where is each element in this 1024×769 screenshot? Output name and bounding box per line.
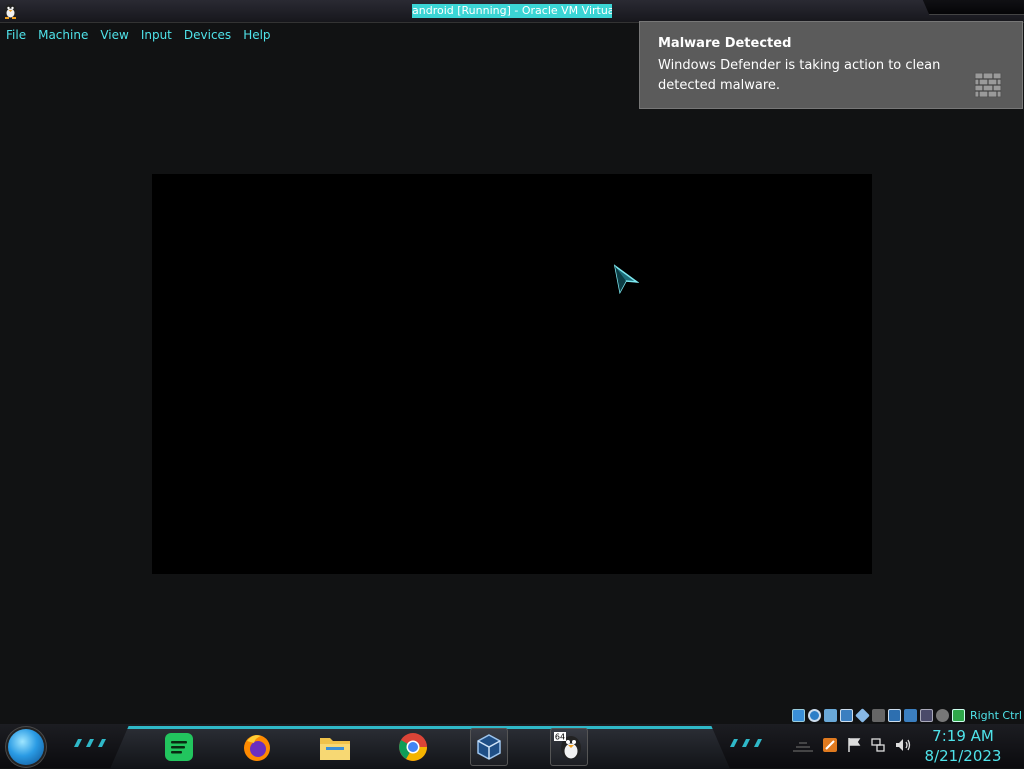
network-tray-icon[interactable] (870, 737, 886, 753)
notification-body: Windows Defender is taking action to cle… (658, 58, 941, 93)
window-controls-area[interactable] (922, 0, 1024, 15)
action-center-flag-icon[interactable] (846, 737, 862, 753)
system-tray (792, 734, 912, 756)
hard-disk-icon[interactable] (791, 708, 805, 722)
audio-icon[interactable] (823, 708, 837, 722)
malware-notification[interactable]: Malware Detected Windows Defender is tak… (639, 21, 1023, 109)
file-explorer-icon (320, 738, 350, 760)
firefox-app-button[interactable] (238, 728, 276, 766)
brick-wall-icon (974, 72, 1002, 98)
virtualization-icon[interactable] (919, 708, 933, 722)
decorative-chevrons-icon (74, 739, 106, 747)
clock-date: 8/21/2023 (924, 747, 1002, 765)
recording-icon[interactable] (903, 708, 917, 722)
optical-drive-icon[interactable] (807, 708, 821, 722)
chrome-icon (399, 733, 427, 761)
menu-bar: File Machine View Input Devices Help (0, 24, 277, 46)
file-explorer-app-button[interactable] (316, 728, 354, 766)
usb-icon[interactable] (855, 707, 870, 723)
host-key-label: Right Ctrl (969, 708, 1022, 722)
menu-help[interactable]: Help (237, 24, 276, 46)
mouse-cursor-icon (613, 264, 640, 295)
vbox-status-bar: Right Ctrl (791, 706, 1022, 724)
notification-title: Malware Detected (658, 36, 792, 51)
spotify-app-button[interactable] (160, 728, 198, 766)
menu-input[interactable]: Input (135, 24, 178, 46)
network-icon[interactable] (839, 708, 853, 722)
window-title: android [Running] - Oracle VM VirtualBox (412, 4, 612, 18)
start-button[interactable] (8, 729, 44, 765)
virtualbox-app-button[interactable] (470, 728, 508, 766)
vm-display[interactable] (152, 174, 872, 574)
spotify-icon (165, 733, 193, 761)
chrome-app-button[interactable] (394, 728, 432, 766)
virtualbox-vm-icon[interactable] (2, 2, 19, 19)
display-icon[interactable] (887, 708, 901, 722)
virtualbox-vm-icon: 64 (554, 732, 581, 760)
firefox-icon (244, 735, 270, 761)
taskbar: 64 7:19 AM 8/21/2023 (0, 724, 1024, 769)
vm-badge: 64 (555, 733, 565, 742)
menu-machine[interactable]: Machine (32, 24, 94, 46)
taskbar-clock[interactable]: 7:19 AM 8/21/2023 (918, 726, 1008, 766)
tray-overflow-icon[interactable] (792, 738, 814, 752)
menu-view[interactable]: View (94, 24, 134, 46)
virtualbox-icon (477, 734, 501, 760)
shared-folders-icon[interactable] (871, 708, 885, 722)
menu-devices[interactable]: Devices (178, 24, 237, 46)
menu-file[interactable]: File (0, 24, 32, 46)
title-bar[interactable]: android [Running] - Oracle VM VirtualBox (0, 0, 1024, 23)
virtualbox-vm-app-button[interactable]: 64 (550, 728, 588, 766)
tray-app-icon[interactable] (822, 737, 838, 753)
host-key-icon[interactable] (951, 708, 965, 722)
volume-icon[interactable] (894, 737, 912, 753)
decorative-chevrons-icon (730, 739, 762, 747)
mouse-integration-icon[interactable] (935, 708, 949, 722)
clock-time: 7:19 AM (932, 727, 994, 745)
